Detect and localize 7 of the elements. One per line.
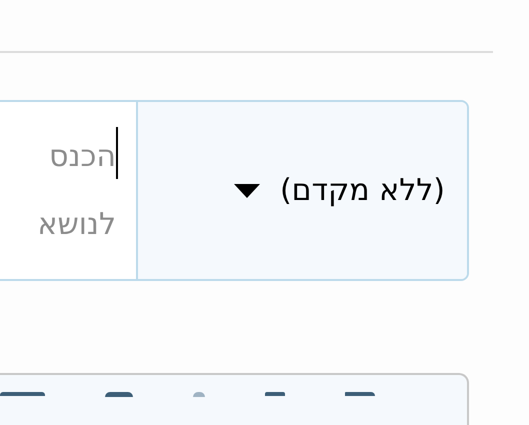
dropdown-caret-icon [234,184,260,198]
prefix-select[interactable]: (ללא מקדם) [136,102,467,279]
toolbar-icon[interactable] [0,392,45,396]
placeholder-text: הכנס לנושא [36,138,116,244]
toolbar-icon[interactable] [345,392,375,396]
toolbar-icon[interactable] [105,392,133,397]
subject-field[interactable]: הכנס לנושא (ללא מקדם) [0,100,469,281]
